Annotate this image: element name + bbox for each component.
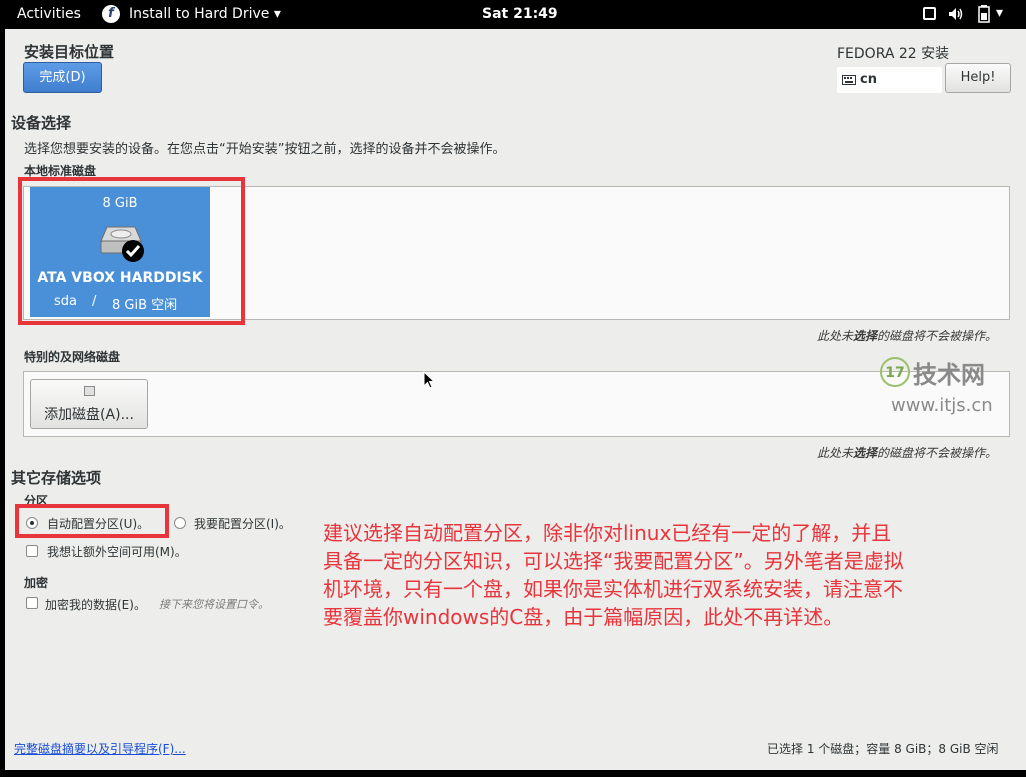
product-title: FEDORA 22 安装: [837, 46, 950, 62]
watermark-url: www.itjs.cn: [891, 395, 993, 416]
activities-button[interactable]: Activities: [17, 6, 81, 22]
add-disk-icon: [84, 386, 95, 396]
keyboard-layout-label: cn: [860, 72, 877, 87]
window-icon[interactable]: [923, 7, 936, 20]
add-disk-button[interactable]: 添加磁盘(A)...: [30, 379, 148, 429]
annotation-text: 建议选择自动配置分区，除非你对linux已经有一定的了解，并且 具备一定的分区知…: [323, 519, 1023, 631]
annotation-line: 要覆盖你windows的C盘，由于篇幅原因，此处不再详述。: [323, 605, 844, 629]
manual-partition-label[interactable]: 我要配置分区(I)。: [194, 515, 291, 532]
add-disk-label: 添加磁盘(A)...: [44, 407, 134, 423]
top-bar: Activities f Install to Hard Drive ▾ Sat…: [0, 0, 1026, 29]
help-button-label: Help!: [960, 70, 996, 85]
special-disks-panel: [23, 371, 1010, 437]
fedora-logo-icon: f: [102, 5, 120, 23]
installer-window: 安装目标位置 完成(D) FEDORA 22 安装 cn Help! 设备选择 …: [5, 29, 1026, 770]
clock[interactable]: Sat 21:49: [482, 6, 558, 22]
device-selection-description: 选择您想要安装的设备。在您点击“开始安装”按钮之前，选择的设备并不会被操作。: [24, 142, 506, 157]
full-disk-summary-link[interactable]: 完整磁盘摘要以及引导程序(F)...: [14, 740, 186, 757]
watermark: 17 技术网 www.itjs.cn: [877, 353, 1022, 425]
special-disks-heading: 特别的及网络磁盘: [24, 350, 121, 364]
mouse-pointer-icon: [423, 371, 435, 389]
battery-icon[interactable]: [978, 5, 992, 23]
annotation-line: 具备一定的分区知识，可以选择“我要配置分区”。另外笔者是虚拟: [323, 549, 904, 573]
storage-status: 已选择 1 个磁盘；容量 8 GiB；8 GiB 空闲: [767, 742, 999, 756]
system-menu-chevron-icon[interactable]: ▾: [996, 5, 1003, 21]
local-disks-note: 此处未选择的磁盘将不会被操作。: [817, 329, 998, 343]
extra-space-label[interactable]: 我想让额外空间可用(M)。: [47, 543, 187, 560]
encrypt-data-checkbox[interactable]: [26, 597, 38, 609]
encrypt-data-label[interactable]: 加密我的数据(E)。: [45, 596, 146, 613]
page-title: 安装目标位置: [24, 43, 115, 61]
watermark-brand: 技术网: [913, 361, 985, 389]
highlight-box-auto-partition: [15, 504, 169, 538]
annotation-line: 机环境，只有一个盘，如果你是实体机进行双系统安装，请注意不: [323, 577, 903, 601]
app-menu-label: Install to Hard Drive: [129, 6, 270, 22]
done-button-label: 完成(D): [39, 70, 86, 85]
encrypt-hint: 接下来您将设置口令。: [159, 598, 269, 611]
special-disks-note: 此处未选择的磁盘将不会被操作。: [817, 446, 998, 460]
keyboard-layout-indicator[interactable]: cn: [837, 67, 942, 93]
app-menu[interactable]: Install to Hard Drive ▾: [129, 6, 281, 22]
device-selection-heading: 设备选择: [11, 114, 72, 132]
annotation-line: 建议选择自动配置分区，除非你对linux已经有一定的了解，并且: [323, 521, 892, 545]
highlight-box-disk: [18, 177, 245, 325]
extra-space-checkbox[interactable]: [26, 545, 38, 557]
volume-icon[interactable]: [948, 7, 964, 21]
keyboard-icon: [842, 75, 856, 85]
done-button[interactable]: 完成(D): [23, 62, 102, 93]
chevron-down-icon: ▾: [273, 6, 281, 22]
other-storage-heading: 其它存储选项: [11, 469, 102, 487]
manual-partition-radio[interactable]: [174, 517, 186, 529]
help-button[interactable]: Help!: [945, 63, 1011, 93]
watermark-badge: 17: [880, 357, 910, 387]
encryption-label: 加密: [24, 576, 49, 590]
